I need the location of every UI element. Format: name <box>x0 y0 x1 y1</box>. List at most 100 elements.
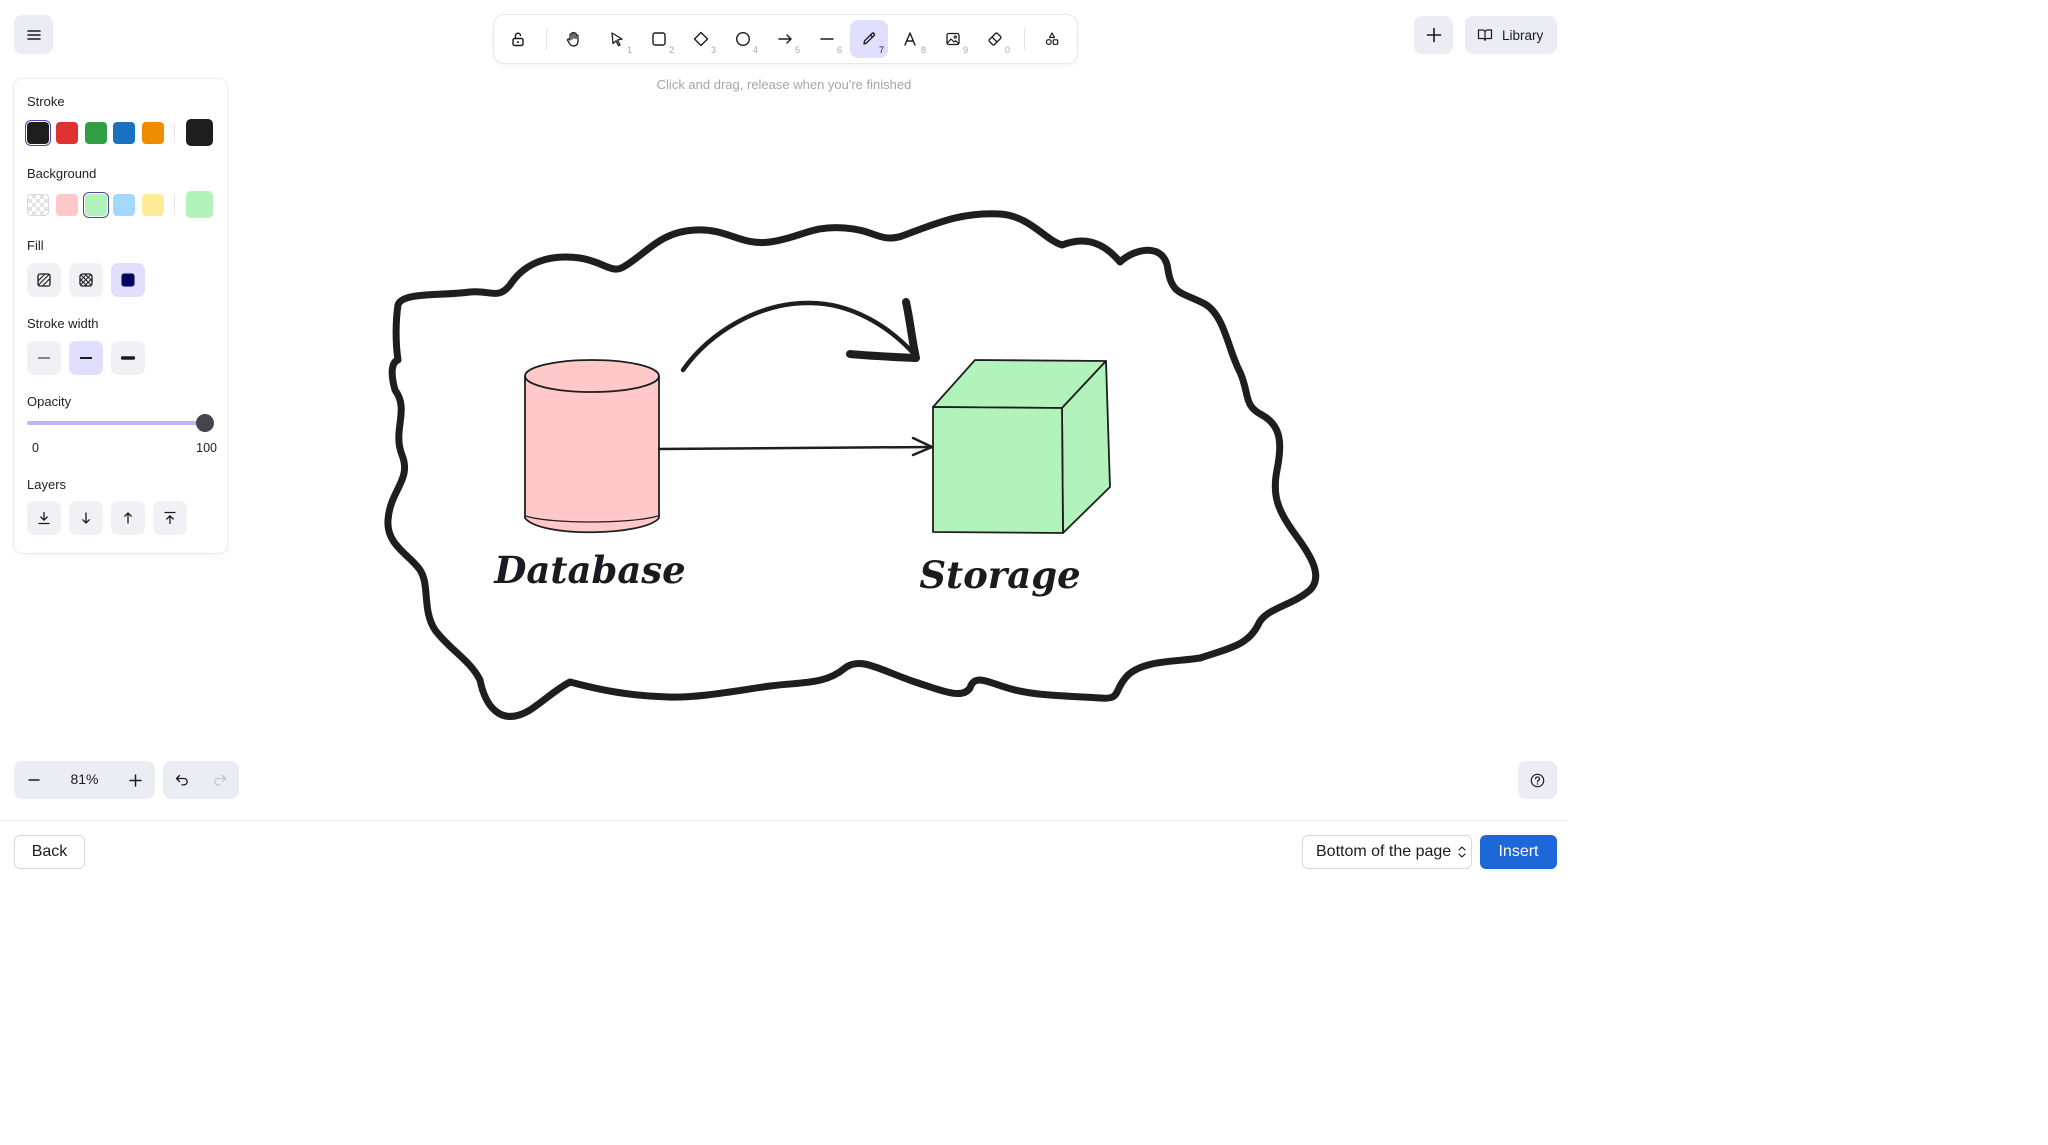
redo-button[interactable] <box>201 761 239 799</box>
stroke-width-label: Stroke width <box>27 316 99 331</box>
send-backward-button[interactable] <box>69 501 103 535</box>
text-icon <box>904 32 916 46</box>
tool-shortcut: 6 <box>836 45 842 55</box>
opacity-thumb[interactable] <box>196 414 214 432</box>
opacity-label: Opacity <box>27 394 72 409</box>
database-label[interactable]: Database <box>493 548 685 592</box>
insert-position-value: Bottom of the page <box>1316 843 1452 860</box>
stroke-color-swatch[interactable] <box>142 122 165 144</box>
library-button[interactable]: Library <box>1465 16 1557 54</box>
divider <box>174 195 175 215</box>
tool-shortcut: 0 <box>1004 45 1010 55</box>
tool-ellipse[interactable]: 4 <box>724 20 762 58</box>
tool-draw[interactable]: 7 <box>850 20 888 58</box>
main-menu-button[interactable] <box>14 15 53 54</box>
bring-to-front-button[interactable] <box>153 501 187 535</box>
background-current-color[interactable] <box>186 191 213 218</box>
straight-arrow[interactable] <box>657 445 934 451</box>
stroke-color-swatch[interactable] <box>55 122 78 144</box>
layers-label: Layers <box>27 477 67 492</box>
background-color-swatch[interactable] <box>82 192 109 218</box>
tool-shortcut: 3 <box>710 45 716 55</box>
tool-eraser[interactable]: 0 <box>976 20 1014 58</box>
tool-shortcut: 7 <box>878 45 884 55</box>
stroke-label: Stroke <box>27 94 65 109</box>
background-color-swatch[interactable] <box>55 194 78 216</box>
add-button[interactable] <box>1414 16 1453 54</box>
undo-icon <box>175 774 188 786</box>
thin-line-icon <box>38 357 50 359</box>
help-button[interactable] <box>1518 761 1557 799</box>
hamburger-icon <box>26 29 41 40</box>
database-body <box>524 376 660 534</box>
rectangle-icon <box>652 32 666 46</box>
bring-forward-button[interactable] <box>111 501 145 535</box>
undo-button[interactable] <box>163 761 201 799</box>
eraser-icon <box>988 32 1002 46</box>
redo-icon <box>214 774 227 786</box>
tool-line[interactable]: 6 <box>808 20 846 58</box>
arrow-up-icon <box>124 512 132 524</box>
tool-hint: Click and drag, release when you're fini… <box>656 77 912 92</box>
database-shape[interactable] <box>524 359 660 534</box>
plus-icon <box>1426 27 1441 43</box>
storage-shape[interactable] <box>932 359 1111 534</box>
tool-image[interactable]: 9 <box>934 20 972 58</box>
stroke-width-bold-button[interactable] <box>69 341 103 375</box>
canvas[interactable]: Database Storage <box>0 0 1568 820</box>
stroke-width-extrabold-button[interactable] <box>111 341 145 375</box>
database-top <box>524 359 660 393</box>
stroke-color-swatch[interactable] <box>113 122 136 144</box>
stroke-current-color[interactable] <box>186 119 213 146</box>
stroke-color-swatch[interactable] <box>25 120 51 146</box>
footer-divider <box>0 820 1568 821</box>
bring-to-front-icon <box>164 511 176 525</box>
send-to-back-button[interactable] <box>27 501 61 535</box>
zoom-in-button[interactable] <box>115 761 155 799</box>
background-color-swatch[interactable] <box>142 194 165 216</box>
tool-text[interactable]: 8 <box>892 20 930 58</box>
tool-hand[interactable] <box>555 20 593 58</box>
image-icon <box>946 32 960 46</box>
background-label: Background <box>27 166 97 181</box>
tool-rectangle[interactable]: 2 <box>640 20 678 58</box>
bold-line-icon <box>80 357 92 359</box>
insert-position-select[interactable]: Bottom of the page <box>1302 835 1472 869</box>
zoom-level[interactable]: 81% <box>58 771 111 787</box>
tool-arrow[interactable]: 5 <box>766 20 804 58</box>
plus-icon <box>128 773 142 787</box>
background-color-swatch[interactable] <box>27 194 49 216</box>
tool-shortcut: 4 <box>752 45 758 55</box>
opacity-slider[interactable] <box>27 414 214 432</box>
fill-solid-button[interactable] <box>111 263 145 297</box>
pointer-icon <box>611 32 623 47</box>
shapes-extra-icon <box>1045 32 1059 46</box>
help-icon <box>1530 773 1545 787</box>
book-icon <box>1477 29 1493 42</box>
line-icon <box>820 38 834 40</box>
tool-selection[interactable]: 1 <box>598 20 636 58</box>
insert-button[interactable]: Insert <box>1480 835 1557 869</box>
tool-shortcut: 5 <box>794 45 800 55</box>
toolbar-divider <box>546 28 547 50</box>
back-button[interactable]: Back <box>14 835 85 869</box>
tool-shortcut: 1 <box>626 45 632 55</box>
diamond-icon <box>693 31 709 47</box>
pencil-icon <box>863 32 876 45</box>
solid-fill-icon <box>121 273 135 287</box>
fill-hachure-button[interactable] <box>27 263 61 297</box>
fill-crosshatch-button[interactable] <box>69 263 103 297</box>
tool-lock[interactable] <box>499 20 537 58</box>
tool-diamond[interactable]: 3 <box>682 20 720 58</box>
curved-arrow-head[interactable] <box>846 298 920 362</box>
properties-panel: Stroke Background Fill Stroke width Opac… <box>14 79 227 553</box>
zoom-out-button[interactable] <box>14 761 54 799</box>
stroke-width-thin-button[interactable] <box>27 341 61 375</box>
background-color-swatch[interactable] <box>113 194 136 216</box>
storage-label[interactable]: Storage <box>919 553 1080 597</box>
tool-extra[interactable] <box>1033 20 1071 58</box>
opacity-min-label: 0 <box>32 441 39 455</box>
opacity-max-label: 100 <box>196 441 217 455</box>
opacity-track-fill <box>27 421 205 425</box>
stroke-color-swatch[interactable] <box>84 122 107 144</box>
